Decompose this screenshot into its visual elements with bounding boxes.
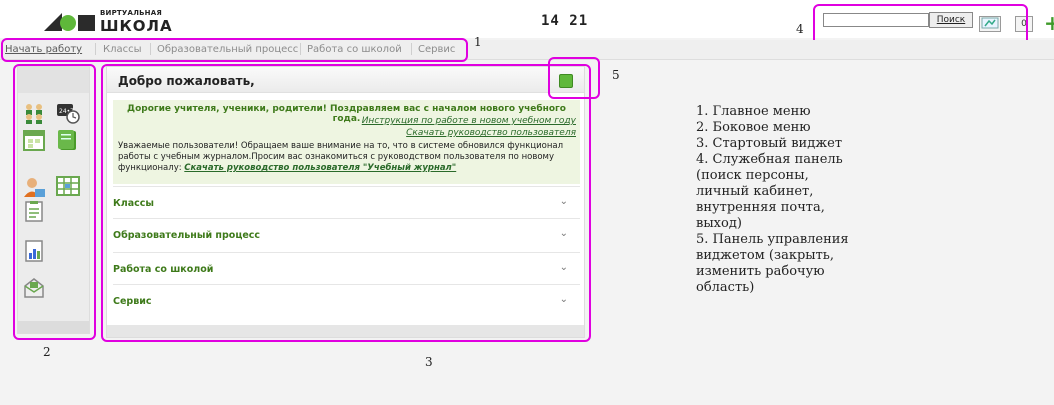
logo-square: [78, 15, 95, 31]
legend-line: область): [696, 280, 755, 295]
annotation-5: 5: [612, 68, 620, 82]
logo[interactable]: ВИРТУАЛЬНАЯ ШКОЛА: [44, 9, 184, 35]
legend-line: 3. Стартовый виджет: [696, 136, 843, 151]
legend-line: (поиск персоны,: [696, 168, 809, 183]
clock: 14 21: [541, 13, 589, 29]
legend-line: 1. Главное меню: [696, 104, 811, 119]
side-menu-highlight: [13, 64, 96, 340]
legend-line: выход): [696, 216, 742, 231]
legend-line: 4. Служебная панель: [696, 152, 843, 167]
legend-line: внутренняя почта,: [696, 200, 825, 215]
legend-line: изменить рабочую: [696, 264, 825, 279]
legend-line: виджетом (закрыть,: [696, 248, 835, 263]
main-menu-highlight: [1, 38, 468, 62]
logo-subtitle: ВИРТУАЛЬНАЯ: [100, 9, 162, 17]
legend-line: 5. Панель управления: [696, 232, 849, 247]
widget-control-highlight: [548, 57, 600, 99]
legend: 1. Главное меню 2. Боковое меню 3. Старт…: [696, 104, 896, 296]
annotation-4: 4: [796, 22, 804, 36]
annotation-1: 1: [474, 35, 482, 49]
start-widget-highlight: [101, 64, 591, 342]
legend-line: личный кабинет,: [696, 184, 814, 199]
legend-line: 2. Боковое меню: [696, 120, 811, 135]
logo-circle: [60, 15, 76, 31]
plus-icon[interactable]: +: [1044, 13, 1054, 33]
annotation-3: 3: [425, 355, 433, 369]
logo-title: ШКОЛА: [100, 17, 173, 35]
annotation-2: 2: [43, 345, 51, 359]
